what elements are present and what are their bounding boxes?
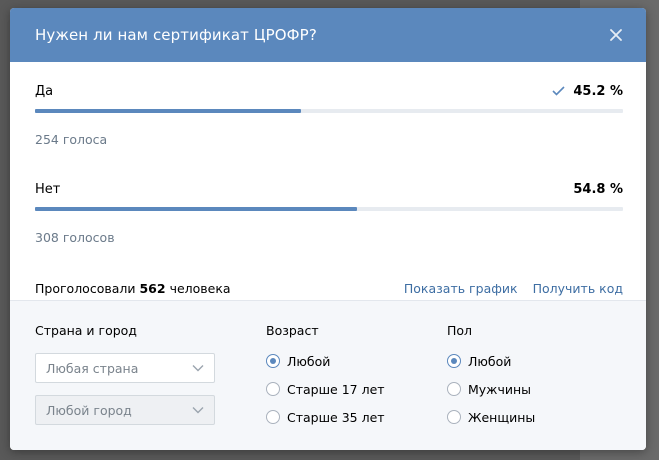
radio-icon bbox=[447, 410, 461, 424]
option-percent: 54.8 % bbox=[573, 181, 623, 197]
age-title: Возраст bbox=[266, 323, 319, 338]
age-option-any[interactable]: Любой bbox=[266, 353, 385, 369]
total-votes: Проголосовали 562 человека bbox=[35, 281, 231, 296]
filters-panel: Страна и город Любая страна Любой город … bbox=[10, 300, 646, 450]
radio-label: Любой bbox=[287, 353, 331, 369]
gender-option-female[interactable]: Женщины bbox=[447, 409, 535, 425]
gender-filter: Пол Любой Мужчины Женщины bbox=[447, 323, 535, 437]
poll-results: Да 45.2 % 254 голоса Нет 54.8 % 308 голо… bbox=[10, 62, 646, 297]
country-select-text: Любая страна bbox=[46, 360, 139, 376]
city-select-text: Любой город bbox=[46, 402, 132, 418]
radio-label: Любой bbox=[468, 353, 512, 369]
age-option-35[interactable]: Старше 35 лет bbox=[266, 409, 385, 425]
radio-icon bbox=[266, 382, 280, 396]
radio-icon bbox=[447, 354, 461, 368]
chevron-down-icon bbox=[192, 365, 204, 372]
option-percent: 45.2 % bbox=[573, 83, 623, 99]
option-bar-track bbox=[35, 207, 623, 211]
get-code-link[interactable]: Получить код bbox=[533, 281, 623, 296]
country-select[interactable]: Любая страна bbox=[35, 353, 215, 383]
close-button[interactable] bbox=[604, 23, 628, 47]
option-votes: 254 голоса bbox=[35, 132, 108, 147]
show-chart-link[interactable]: Показать график bbox=[404, 281, 518, 296]
chevron-down-icon bbox=[192, 407, 204, 414]
location-filter: Страна и город Любая страна Любой город bbox=[35, 323, 215, 437]
radio-icon bbox=[447, 382, 461, 396]
option-label: Нет bbox=[35, 181, 61, 197]
option-percent-wrap: 45.2 % bbox=[552, 84, 623, 99]
poll-results-modal: Нужен ли нам сертификат ЦРОФР? Да 45.2 % bbox=[10, 8, 646, 450]
close-icon bbox=[610, 29, 622, 41]
gender-option-male[interactable]: Мужчины bbox=[447, 381, 535, 397]
modal-header: Нужен ли нам сертификат ЦРОФР? bbox=[10, 8, 646, 62]
radio-label: Женщины bbox=[468, 409, 536, 425]
age-option-17[interactable]: Старше 17 лет bbox=[266, 381, 385, 397]
gender-title: Пол bbox=[447, 323, 473, 338]
check-icon bbox=[552, 86, 565, 96]
poll-option-no: Нет 54.8 % 308 голосов bbox=[35, 180, 623, 245]
city-select[interactable]: Любой город bbox=[35, 395, 215, 425]
total-count: 562 bbox=[139, 280, 166, 296]
total-prefix: Проголосовали bbox=[35, 280, 136, 296]
total-suffix: человека bbox=[169, 280, 231, 296]
location-title: Страна и город bbox=[35, 323, 137, 338]
result-links: Показать график Получить код bbox=[404, 281, 623, 296]
option-bar-track bbox=[35, 109, 623, 113]
radio-label: Старше 17 лет bbox=[287, 381, 385, 397]
modal-title: Нужен ли нам сертификат ЦРОФР? bbox=[35, 26, 317, 44]
option-votes: 308 голосов bbox=[35, 230, 115, 245]
total-votes-row: Проголосовали 562 человека Показать граф… bbox=[35, 279, 623, 297]
age-filter: Возраст Любой Старше 17 лет Старше 35 ле… bbox=[266, 323, 385, 437]
radio-label: Мужчины bbox=[468, 381, 531, 397]
radio-label: Старше 35 лет bbox=[287, 409, 385, 425]
poll-option-yes: Да 45.2 % 254 голоса bbox=[35, 82, 623, 147]
option-label: Да bbox=[35, 83, 54, 99]
radio-icon bbox=[266, 410, 280, 424]
gender-option-any[interactable]: Любой bbox=[447, 353, 535, 369]
option-bar-fill bbox=[35, 207, 358, 211]
radio-icon bbox=[266, 354, 280, 368]
option-bar-fill bbox=[35, 109, 301, 113]
